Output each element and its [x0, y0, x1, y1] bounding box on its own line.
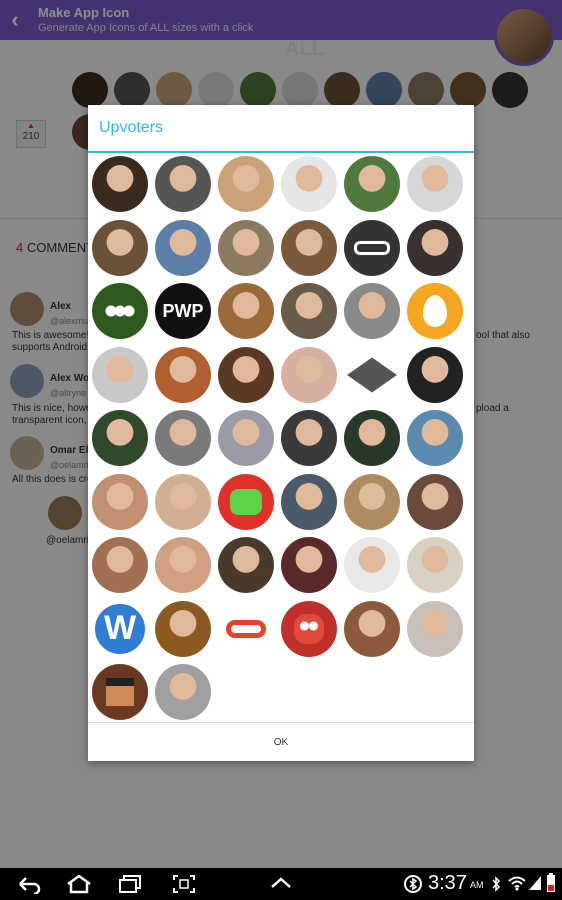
- upvoter-avatar[interactable]: [218, 537, 274, 593]
- upvoter-avatar[interactable]: [344, 283, 400, 339]
- wifi-icon: [508, 876, 526, 891]
- upvoter-avatar[interactable]: [92, 156, 148, 212]
- upvoter-avatar[interactable]: [218, 346, 274, 403]
- upvoter-avatar[interactable]: [92, 473, 148, 530]
- red-monster-icon[interactable]: [281, 600, 337, 657]
- upvoter-avatar[interactable]: [344, 156, 400, 212]
- upvoter-avatar[interactable]: [344, 473, 400, 530]
- upvoter-avatar[interactable]: [281, 473, 337, 530]
- upvoter-avatar[interactable]: [92, 537, 148, 593]
- upvoter-avatar[interactable]: [281, 537, 337, 593]
- upvoter-avatar[interactable]: [155, 346, 211, 403]
- upvoter-avatar[interactable]: [92, 410, 148, 466]
- screenshot-icon[interactable]: [172, 874, 196, 894]
- upvoter-avatar[interactable]: [407, 219, 463, 276]
- upvoter-avatar[interactable]: [155, 473, 211, 530]
- w-logo-icon[interactable]: W: [92, 600, 148, 657]
- upvoter-avatar[interactable]: [407, 537, 463, 593]
- upvoter-avatar[interactable]: [281, 283, 337, 339]
- glasses-logo-icon[interactable]: [344, 219, 400, 276]
- recent-apps-icon[interactable]: [118, 874, 144, 894]
- upvoter-avatar[interactable]: [344, 537, 400, 593]
- cube-icon: [347, 357, 397, 392]
- upvoter-avatar[interactable]: [218, 219, 274, 276]
- upvoter-avatar[interactable]: [407, 346, 463, 403]
- upvoters-dialog: Upvoters PWP W OK: [88, 105, 474, 761]
- upvoter-avatar[interactable]: [344, 600, 400, 657]
- upvoter-avatar[interactable]: [155, 664, 211, 720]
- avatar-logo-text: W: [103, 609, 137, 647]
- upvoter-avatar[interactable]: [92, 219, 148, 276]
- upvoter-avatar[interactable]: [407, 156, 463, 212]
- upvoter-avatar[interactable]: [92, 346, 148, 403]
- pwp-logo-icon[interactable]: PWP: [155, 283, 211, 339]
- home-nav-icon[interactable]: [66, 874, 92, 894]
- upvoter-avatar[interactable]: [155, 600, 211, 657]
- binoculars-logo-icon[interactable]: [218, 600, 274, 657]
- ok-button[interactable]: OK: [88, 723, 474, 761]
- monster-icon: [294, 613, 324, 644]
- upvoter-avatar[interactable]: [155, 219, 211, 276]
- system-nav-bar: 3:37 AM: [0, 868, 562, 900]
- upvoter-avatar[interactable]: [218, 156, 274, 212]
- upvoter-avatar[interactable]: [344, 410, 400, 466]
- upvoter-avatar[interactable]: [281, 219, 337, 276]
- gray-cube-icon[interactable]: [344, 346, 400, 403]
- egg-logo-icon[interactable]: [407, 283, 463, 339]
- upvoter-avatar[interactable]: [155, 410, 211, 466]
- flowers-icon: [105, 302, 135, 320]
- chevron-up-icon[interactable]: [270, 876, 292, 890]
- upvoter-avatar[interactable]: [155, 537, 211, 593]
- binoculars-icon: [226, 619, 266, 638]
- clock-time: 3:37: [428, 872, 467, 894]
- upvoter-avatar[interactable]: [407, 410, 463, 466]
- upvoter-avatar[interactable]: [218, 283, 274, 339]
- upvoter-avatar[interactable]: [407, 473, 463, 530]
- egg-icon: [423, 295, 447, 327]
- dialog-title: Upvoters: [99, 119, 164, 136]
- upvoter-avatar[interactable]: [281, 410, 337, 466]
- bluetooth-status-icon: [404, 875, 422, 893]
- frog-icon: [230, 488, 262, 515]
- dialog-title-divider: [88, 151, 474, 153]
- clock-ampm: AM: [470, 880, 484, 890]
- battery-icon: [547, 873, 555, 892]
- upvoter-avatar[interactable]: [407, 600, 463, 657]
- upvoter-avatar[interactable]: [281, 156, 337, 212]
- white-flowers-icon[interactable]: [92, 283, 148, 339]
- upvoter-avatar[interactable]: [218, 410, 274, 466]
- glasses-icon: [354, 240, 390, 255]
- upvoter-avatar[interactable]: [155, 156, 211, 212]
- green-frog-icon[interactable]: [218, 473, 274, 530]
- back-nav-icon[interactable]: [16, 874, 42, 894]
- bluetooth-icon: [492, 876, 501, 892]
- signal-icon: [529, 876, 541, 890]
- upvoter-avatar[interactable]: [281, 346, 337, 403]
- avatar-logo-text: PWP: [162, 300, 204, 321]
- pixel-face-icon[interactable]: [92, 664, 148, 720]
- pixel-face-icon: [106, 678, 134, 706]
